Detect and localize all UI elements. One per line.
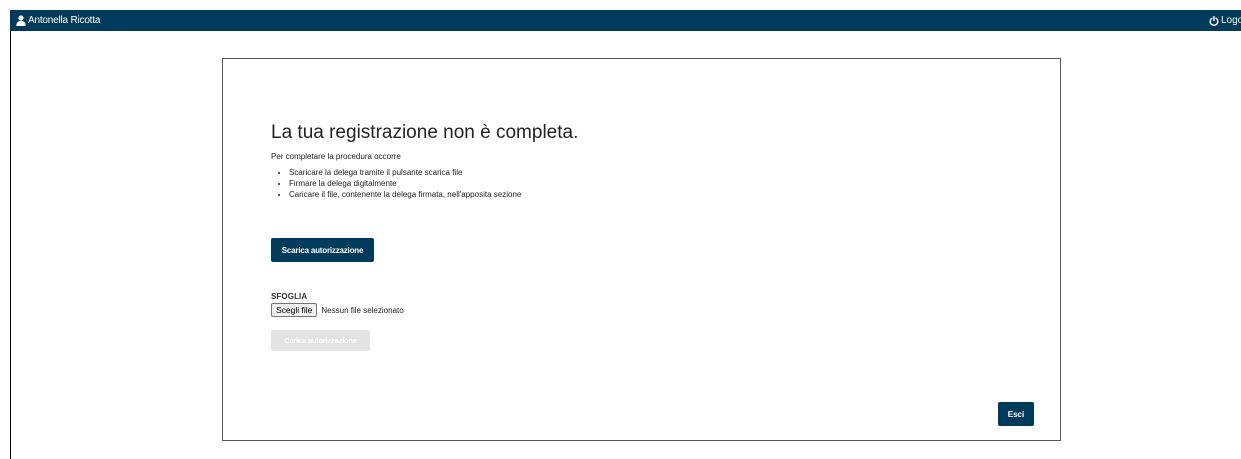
- step-item: Caricare il file, contenente la delega f…: [289, 189, 521, 200]
- power-icon: [1209, 15, 1219, 26]
- top-bar: Antonella Ricotta Logout: [10, 10, 1241, 31]
- upload-authorization-button[interactable]: Carica autorizzazione: [271, 330, 370, 351]
- intro-text: Per completare la procedura occorre: [271, 152, 401, 161]
- logout-link[interactable]: Logout: [1209, 14, 1241, 27]
- file-status: Nessun file selezionato: [321, 305, 404, 315]
- user-icon: [16, 15, 26, 26]
- steps-list: Scaricare la delega tramite il pulsante …: [271, 167, 521, 200]
- choose-file-button[interactable]: Scegli file: [271, 303, 318, 317]
- download-authorization-button[interactable]: Scarica autorizzazione: [271, 238, 374, 262]
- step-item: Scaricare la delega tramite il pulsante …: [289, 167, 521, 178]
- user-info: Antonella Ricotta: [16, 14, 100, 27]
- registration-card: La tua registrazione non è completa. Per…: [222, 58, 1061, 441]
- page-title: La tua registrazione non è completa.: [271, 122, 579, 143]
- file-input: Scegli file Nessun file selezionato: [271, 303, 404, 317]
- browse-label: SFOGLIA: [271, 292, 308, 301]
- logout-label: Logout: [1221, 15, 1241, 26]
- user-name: Antonella Ricotta: [28, 15, 101, 26]
- exit-button[interactable]: Esci: [998, 402, 1034, 426]
- step-item: Firmare la delega digitalmente: [289, 178, 521, 189]
